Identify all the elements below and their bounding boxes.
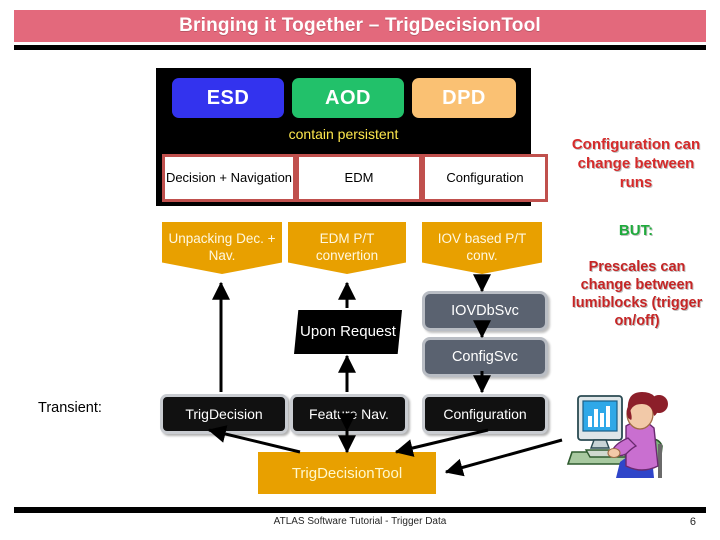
user-at-computer-clipart [566,392,668,478]
arrow-tdt-to-trigdecision [207,425,301,454]
footer-caption: ATLAS Software Tutorial - Trigger Data [273,516,447,527]
page-number: 6 [689,516,696,528]
arrow-user-to-tdt [444,438,563,477]
arrow-configuration-to-tdt [394,428,489,457]
slide-canvas: Bringing it Together – TrigDecisionTool … [0,0,720,540]
footer-divider [14,507,706,513]
